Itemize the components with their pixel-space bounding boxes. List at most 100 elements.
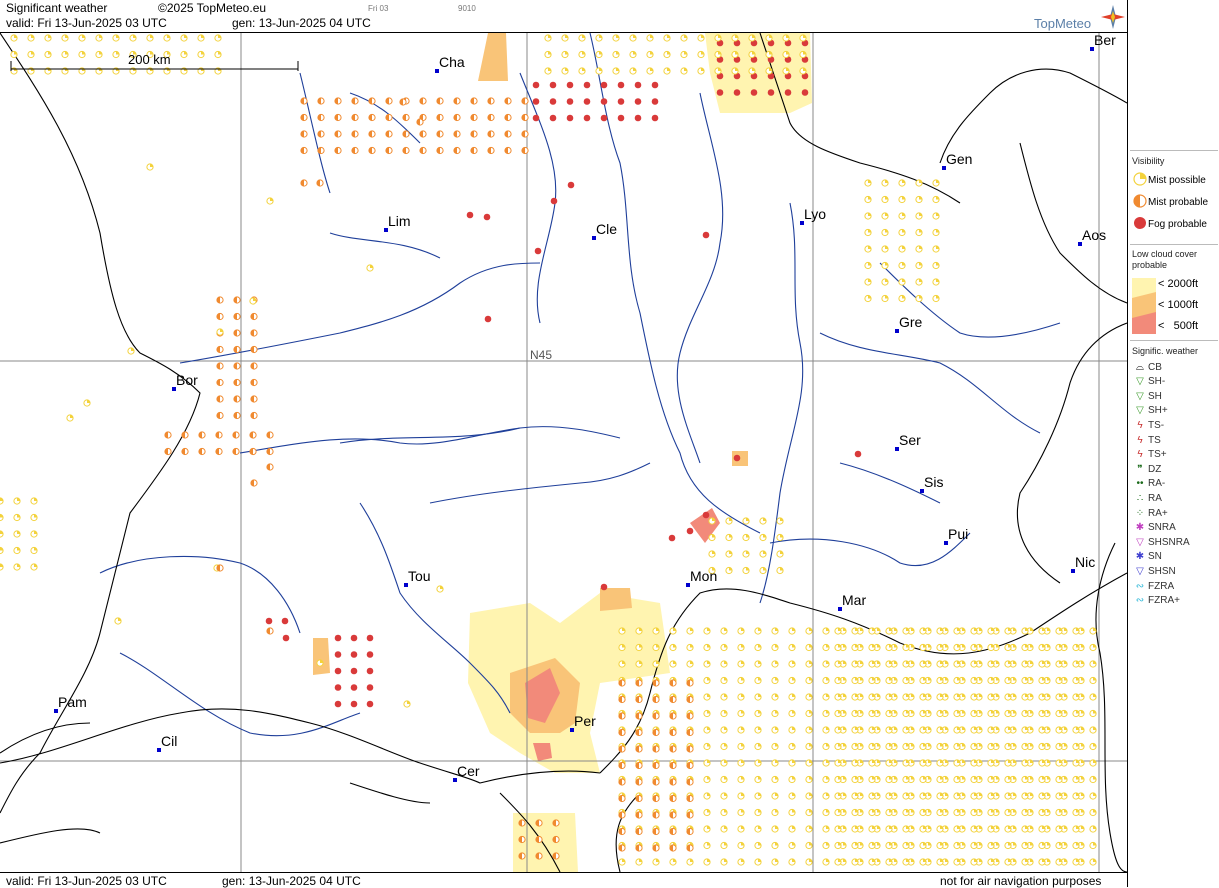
vis-mist bbox=[822, 841, 830, 850]
product-code: 9010 bbox=[458, 4, 476, 13]
vis-mist bbox=[834, 775, 842, 784]
vis-mist bbox=[805, 759, 813, 767]
vis-mist bbox=[754, 726, 762, 734]
vis-fog bbox=[651, 81, 659, 89]
vis-mist bbox=[703, 676, 711, 685]
vis-mist2 bbox=[618, 794, 626, 803]
svg-text:Lim: Lim bbox=[388, 213, 411, 229]
vis-mist bbox=[1021, 858, 1029, 866]
legend-lowcloud-500: < 500ft bbox=[1158, 320, 1199, 332]
vis-mist bbox=[851, 742, 859, 751]
vis-mist bbox=[898, 195, 906, 204]
vis-mist bbox=[805, 693, 813, 701]
legend-visibility-title: Visibility bbox=[1132, 156, 1165, 166]
vis-mist bbox=[953, 808, 961, 817]
vis-mist bbox=[731, 50, 739, 59]
rain-icon: ∴ bbox=[1136, 492, 1144, 504]
vis-mist bbox=[919, 660, 927, 668]
vis-mist bbox=[970, 627, 978, 635]
vis-mist bbox=[851, 808, 859, 817]
vis-mist bbox=[1004, 841, 1012, 850]
vis-mist bbox=[720, 742, 728, 751]
vis-mist bbox=[1055, 825, 1063, 833]
vis-fog bbox=[366, 684, 374, 691]
vis-mist bbox=[703, 726, 711, 734]
vis-mist bbox=[725, 550, 733, 558]
vis-mist2 bbox=[686, 761, 694, 770]
legend-sigwx-fzra-plus: ∾ FZRA+ bbox=[1132, 594, 1180, 608]
svg-text:Lyo: Lyo bbox=[804, 206, 826, 222]
vis-fog bbox=[686, 527, 694, 535]
vis-mist bbox=[1038, 660, 1046, 668]
weather-map[interactable]: N45 200 km BerChaGenLim CleLyoAosGreBorS… bbox=[0, 33, 1127, 872]
svg-text:Bor: Bor bbox=[176, 372, 198, 388]
vis-mist bbox=[197, 50, 205, 59]
vis-mist bbox=[868, 627, 876, 635]
vis-mist bbox=[561, 67, 569, 75]
vis-mist bbox=[1089, 660, 1097, 668]
vis-fog bbox=[466, 211, 474, 219]
vis-mist2 bbox=[266, 447, 274, 456]
city-lim: Lim bbox=[384, 213, 411, 232]
vis-mist2 bbox=[334, 146, 342, 155]
vis-mist2 bbox=[669, 761, 677, 770]
vis-mist2 bbox=[215, 431, 223, 439]
vis-mist bbox=[1021, 643, 1029, 652]
vis-mist bbox=[612, 50, 620, 59]
vis-mist bbox=[646, 50, 654, 59]
vis-fog bbox=[767, 89, 775, 96]
vis-mist bbox=[748, 34, 756, 42]
vis-mist bbox=[970, 709, 978, 718]
mist-possible-icon bbox=[1133, 171, 1147, 186]
vis-mist bbox=[1072, 693, 1080, 701]
vis-mist2 bbox=[351, 113, 359, 122]
vis-mist2 bbox=[618, 728, 626, 737]
vis-mist bbox=[864, 278, 872, 286]
vis-mist bbox=[953, 742, 961, 751]
vis-mist bbox=[629, 50, 637, 59]
vis-mist2 bbox=[686, 679, 694, 687]
vis-mist2 bbox=[618, 778, 626, 786]
vis-fog bbox=[366, 651, 374, 658]
vis-mist bbox=[776, 566, 784, 575]
vis-fog bbox=[651, 98, 659, 105]
vis-mist2 bbox=[618, 844, 626, 852]
low-cloud-layer bbox=[313, 33, 812, 872]
disclaimer: not for air navigation purposes bbox=[940, 874, 1102, 888]
vis-mist bbox=[919, 775, 927, 784]
vis-mist bbox=[1038, 759, 1046, 767]
vis-mist2 bbox=[250, 395, 258, 403]
vis-mist2 bbox=[487, 97, 495, 105]
vis-mist2 bbox=[535, 852, 543, 860]
vis-mist bbox=[1055, 759, 1063, 767]
vis-mist bbox=[737, 742, 745, 751]
vis-mist bbox=[759, 566, 767, 575]
legend-sigwx-fzra: ∾ FZRA bbox=[1132, 579, 1174, 593]
vis-mist bbox=[834, 759, 842, 767]
vis-mist bbox=[970, 759, 978, 767]
vis-mist2 bbox=[652, 745, 660, 753]
vis-mist bbox=[214, 34, 222, 42]
vis-mist bbox=[898, 228, 906, 237]
vis-mist bbox=[680, 67, 688, 75]
legend-mist-probable: Mist probable bbox=[1132, 193, 1208, 209]
vis-mist bbox=[703, 742, 711, 751]
legend-sigwx-ra: ∴ RA bbox=[1132, 491, 1162, 505]
vis-mist bbox=[1089, 775, 1097, 784]
vis-mist2 bbox=[233, 411, 241, 420]
vis-mist bbox=[868, 808, 876, 817]
vis-mist bbox=[822, 676, 830, 685]
vis-mist bbox=[805, 808, 813, 817]
vis-mist2 bbox=[669, 712, 677, 720]
vis-mist2 bbox=[215, 447, 223, 456]
vis-mist bbox=[612, 67, 620, 75]
vis-mist bbox=[1072, 709, 1080, 718]
vis-mist bbox=[1072, 759, 1080, 767]
vis-mist bbox=[936, 742, 944, 751]
vis-mist2 bbox=[351, 146, 359, 155]
vis-mist bbox=[881, 294, 889, 303]
vis-fog bbox=[350, 684, 358, 691]
city-cer: Cer bbox=[453, 763, 480, 782]
vis-mist bbox=[987, 792, 995, 800]
vis-mist bbox=[881, 195, 889, 204]
